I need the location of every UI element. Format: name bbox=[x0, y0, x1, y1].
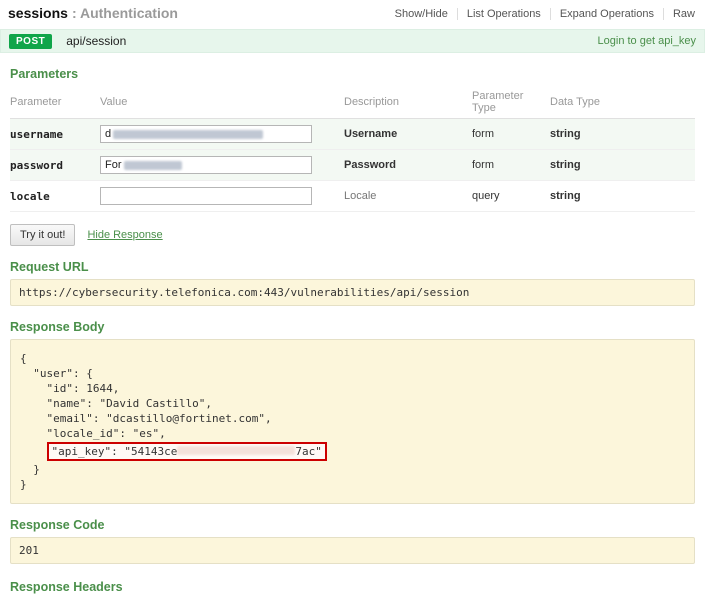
redaction-mark bbox=[124, 161, 182, 170]
response-headers-heading: Response Headers bbox=[10, 580, 695, 594]
api-key-indent bbox=[20, 445, 47, 458]
param-name-password: password bbox=[10, 159, 63, 172]
parameters-header-row: Parameter Value Description Parameter Ty… bbox=[10, 86, 695, 119]
json-line: "name": "David Castillo", bbox=[20, 396, 685, 411]
operation-content: Parameters Parameter Value Description P… bbox=[0, 67, 705, 594]
resource-title: sessions: Authentication bbox=[8, 5, 178, 23]
link-expand-operations[interactable]: Expand Operations bbox=[550, 8, 663, 20]
json-line: { bbox=[20, 351, 685, 366]
col-parameter: Parameter bbox=[10, 86, 100, 119]
col-value: Value bbox=[100, 86, 344, 119]
username-field[interactable]: d bbox=[100, 125, 312, 143]
endpoint-header: POST api/session Login to get api_key bbox=[0, 29, 705, 53]
col-data-type: Data Type bbox=[550, 86, 695, 119]
link-show-hide[interactable]: Show/Hide bbox=[386, 8, 457, 20]
password-value: For bbox=[105, 159, 122, 171]
link-list-operations[interactable]: List Operations bbox=[457, 8, 550, 20]
resource-actions: Show/Hide List Operations Expand Operati… bbox=[386, 8, 697, 20]
redaction-mark bbox=[177, 446, 295, 455]
table-row: password For Password form string bbox=[10, 150, 695, 181]
parameters-table: Parameter Value Description Parameter Ty… bbox=[10, 86, 695, 212]
response-code-heading: Response Code bbox=[10, 518, 695, 532]
param-type: query bbox=[472, 190, 500, 202]
col-parameter-type: Parameter Type bbox=[472, 86, 550, 119]
locale-field[interactable] bbox=[100, 187, 312, 205]
param-data-type: string bbox=[550, 159, 581, 171]
password-field[interactable]: For bbox=[100, 156, 312, 174]
json-line: "user": { bbox=[20, 366, 685, 381]
http-method-badge: POST bbox=[9, 34, 52, 49]
table-row: locale Locale query string bbox=[10, 181, 695, 212]
json-line: "id": 1644, bbox=[20, 381, 685, 396]
param-name-username: username bbox=[10, 128, 63, 141]
json-line: "locale_id": "es", bbox=[20, 426, 685, 441]
redaction-mark bbox=[113, 130, 263, 139]
api-key-prefix: "api_key": "54143ce bbox=[52, 445, 178, 458]
param-description: Password bbox=[344, 159, 396, 171]
resource-description: : Authentication bbox=[72, 5, 178, 21]
param-type: form bbox=[472, 159, 494, 171]
param-data-type: string bbox=[550, 128, 581, 140]
table-row: username d Username form string bbox=[10, 119, 695, 150]
actions-row: Try it out! Hide Response bbox=[10, 224, 695, 246]
response-body-block: { "user": { "id": 1644, "name": "David C… bbox=[10, 339, 695, 504]
response-code-value: 201 bbox=[19, 544, 39, 557]
json-line: } bbox=[20, 462, 685, 477]
request-url-heading: Request URL bbox=[10, 260, 695, 274]
page-header: sessions: Authentication Show/Hide List … bbox=[0, 0, 705, 29]
username-value: d bbox=[105, 128, 111, 140]
hide-response-link[interactable]: Hide Response bbox=[87, 229, 162, 241]
param-description: Username bbox=[344, 128, 397, 140]
json-line: "email": "dcastillo@fortinet.com", bbox=[20, 411, 685, 426]
parameters-heading: Parameters bbox=[10, 67, 695, 81]
response-body-heading: Response Body bbox=[10, 320, 695, 334]
try-it-out-button[interactable]: Try it out! bbox=[10, 224, 75, 246]
param-data-type: string bbox=[550, 190, 581, 202]
login-api-key-link[interactable]: Login to get api_key bbox=[598, 35, 696, 47]
request-url-block: https://cybersecurity.telefonica.com:443… bbox=[10, 279, 695, 306]
request-url-text: https://cybersecurity.telefonica.com:443… bbox=[19, 286, 469, 299]
link-raw[interactable]: Raw bbox=[663, 8, 697, 20]
param-type: form bbox=[472, 128, 494, 140]
response-code-block: 201 bbox=[10, 537, 695, 564]
json-line: } bbox=[20, 477, 685, 492]
api-key-suffix: 7ac" bbox=[295, 445, 322, 458]
api-key-line: "api_key": "54143ce 7ac" bbox=[20, 442, 685, 461]
param-name-locale: locale bbox=[10, 190, 50, 203]
resource-name: sessions bbox=[8, 5, 68, 21]
endpoint-path-link[interactable]: api/session bbox=[66, 34, 126, 48]
col-description: Description bbox=[344, 86, 472, 119]
param-description: Locale bbox=[344, 190, 376, 202]
api-key-highlight-box: "api_key": "54143ce 7ac" bbox=[47, 442, 327, 461]
